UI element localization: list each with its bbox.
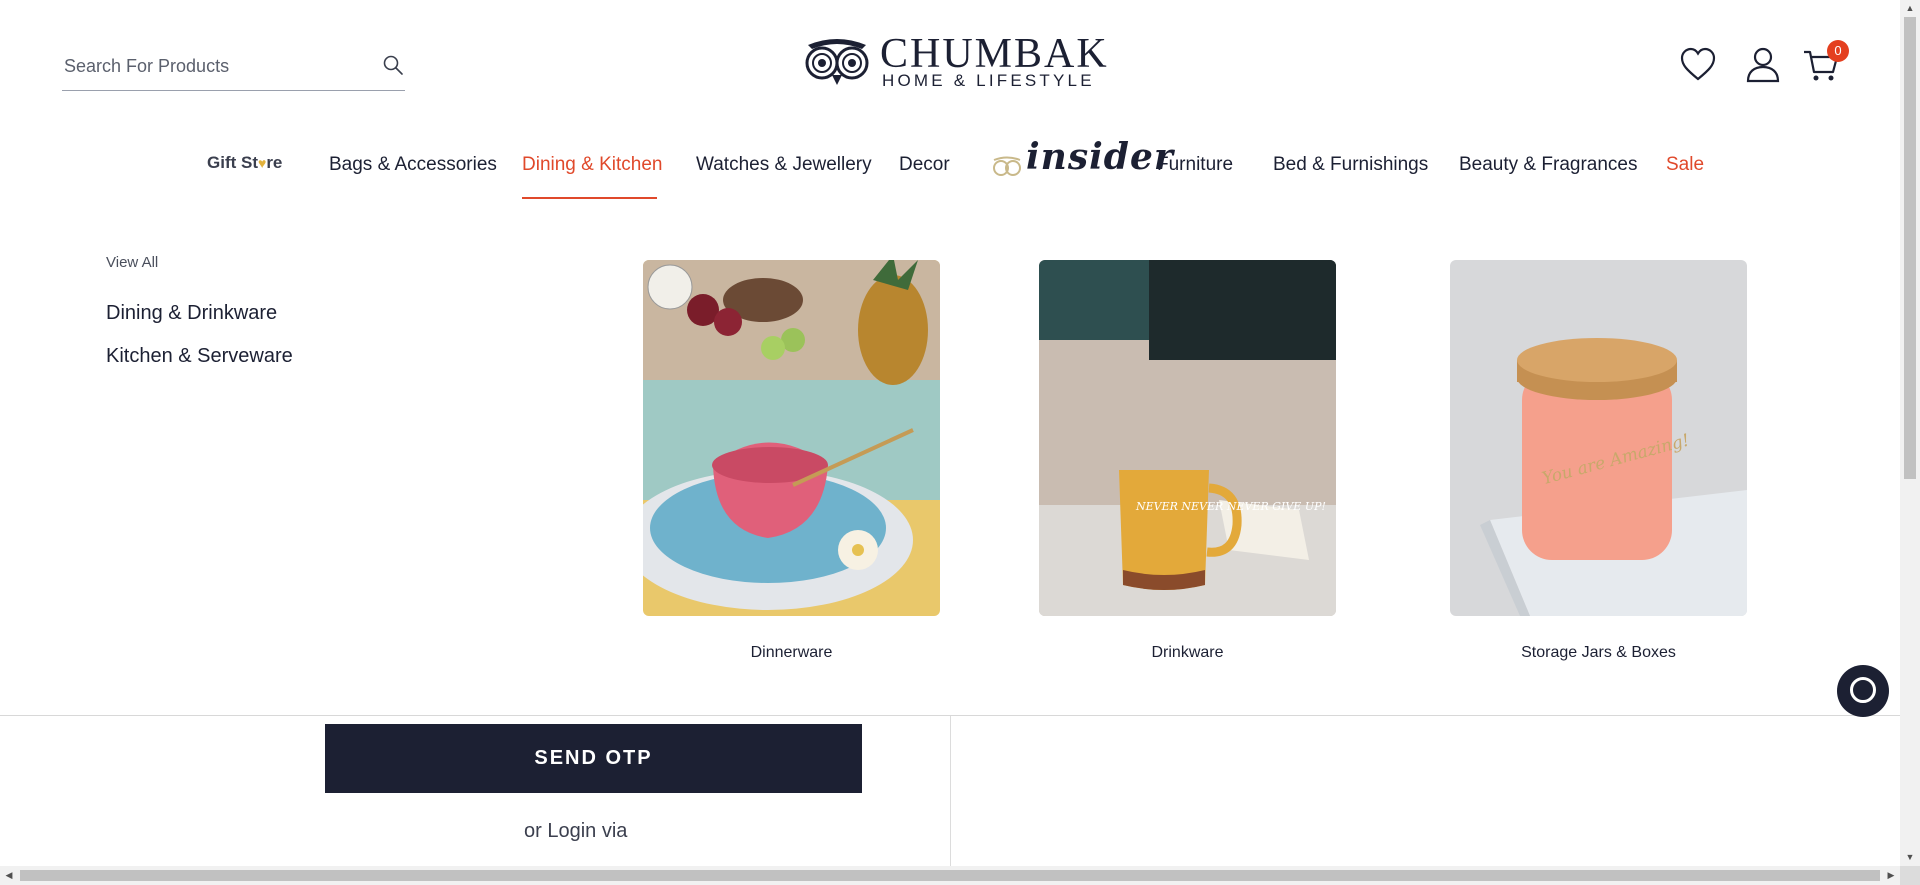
nav-item-insider[interactable]: insider bbox=[990, 134, 1173, 190]
scrollbar-corner bbox=[1900, 866, 1920, 885]
vertical-scroll-thumb[interactable] bbox=[1904, 17, 1916, 479]
tile-drinkware[interactable]: NEVER NEVER NEVER GIVE UP! Drinkware bbox=[1039, 260, 1336, 662]
tile-dinnerware[interactable]: Dinnerware bbox=[643, 260, 940, 662]
nav-item-decor[interactable]: Decor bbox=[899, 154, 950, 176]
horizontal-scroll-thumb[interactable] bbox=[20, 870, 1880, 881]
site-header: CHUMBAK HOME & LIFESTYLE 0 Gift St♥re Ba… bbox=[0, 0, 1900, 201]
cart-count-badge: 0 bbox=[1827, 40, 1849, 62]
gift-store-text-start: Gift St bbox=[207, 153, 258, 172]
mug-slogan: NEVER NEVER NEVER GIVE UP! bbox=[1135, 500, 1326, 513]
wishlist-heart-icon[interactable] bbox=[1679, 46, 1717, 84]
dinnerware-image bbox=[643, 260, 940, 616]
search-input[interactable] bbox=[62, 52, 356, 80]
or-login-via-text: or Login via bbox=[524, 820, 628, 842]
view-all-link[interactable]: View All bbox=[106, 254, 158, 271]
gift-store-text-end: re bbox=[266, 153, 283, 172]
nav-item-bags-accessories[interactable]: Bags & Accessories bbox=[329, 154, 497, 176]
tile-storage-jars-boxes[interactable]: You are Amazing! Storage Jars & Boxes bbox=[1450, 260, 1747, 662]
storage-jar-image: You are Amazing! bbox=[1450, 260, 1747, 616]
owl-logo-icon bbox=[805, 39, 869, 85]
logo-tagline: HOME & LIFESTYLE bbox=[882, 71, 1095, 90]
chat-icon bbox=[1850, 677, 1876, 703]
dining-kitchen-mega-menu: View All Dining & Drinkware Kitchen & Se… bbox=[0, 200, 1900, 716]
logo-brand-text: CHUMBAK bbox=[880, 31, 1109, 77]
nav-item-furniture[interactable]: Furniture bbox=[1157, 154, 1233, 176]
nav-active-underline bbox=[522, 197, 657, 199]
horizontal-scrollbar[interactable]: ◀ ▶ bbox=[0, 866, 1900, 885]
drinkware-image: NEVER NEVER NEVER GIVE UP! bbox=[1039, 260, 1336, 616]
scroll-down-arrow-icon[interactable]: ▼ bbox=[1900, 849, 1920, 866]
chumbak-logo[interactable]: CHUMBAK HOME & LIFESTYLE bbox=[802, 33, 1107, 93]
nav-item-watches-jewellery[interactable]: Watches & Jewellery bbox=[696, 154, 872, 176]
insider-label: insider bbox=[1026, 136, 1174, 178]
link-dining-drinkware[interactable]: Dining & Drinkware bbox=[106, 302, 277, 325]
send-otp-button[interactable]: SEND OTP bbox=[325, 724, 862, 793]
nav-item-sale[interactable]: Sale bbox=[1666, 154, 1704, 176]
search-icon[interactable] bbox=[381, 53, 405, 77]
search-bar bbox=[62, 44, 405, 91]
tile-caption-storage-jars: Storage Jars & Boxes bbox=[1521, 644, 1676, 661]
nav-item-beauty-fragrances[interactable]: Beauty & Fragrances bbox=[1459, 154, 1637, 176]
nav-item-gift-store[interactable]: Gift St♥re bbox=[207, 153, 282, 173]
scroll-left-arrow-icon[interactable]: ◀ bbox=[0, 866, 18, 885]
chat-bubble-button[interactable] bbox=[1837, 665, 1889, 717]
scroll-up-arrow-icon[interactable]: ▲ bbox=[1900, 0, 1920, 17]
nav-item-bed-furnishings[interactable]: Bed & Furnishings bbox=[1273, 154, 1428, 176]
link-kitchen-serveware[interactable]: Kitchen & Serveware bbox=[106, 345, 293, 368]
main-nav: Gift St♥re Bags & Accessories Dining & K… bbox=[0, 130, 1900, 200]
tile-caption-dinnerware: Dinnerware bbox=[750, 644, 833, 661]
scroll-right-arrow-icon[interactable]: ▶ bbox=[1882, 866, 1900, 885]
account-user-icon[interactable] bbox=[1744, 46, 1782, 84]
nav-item-dining-kitchen[interactable]: Dining & Kitchen bbox=[522, 154, 662, 176]
insider-owl-icon bbox=[993, 156, 1021, 176]
tile-caption-drinkware: Drinkware bbox=[1151, 644, 1224, 661]
vertical-scrollbar[interactable]: ▲ ▼ bbox=[1900, 0, 1920, 866]
login-section: SEND OTP or Login via bbox=[0, 716, 1900, 866]
section-divider bbox=[950, 716, 951, 866]
